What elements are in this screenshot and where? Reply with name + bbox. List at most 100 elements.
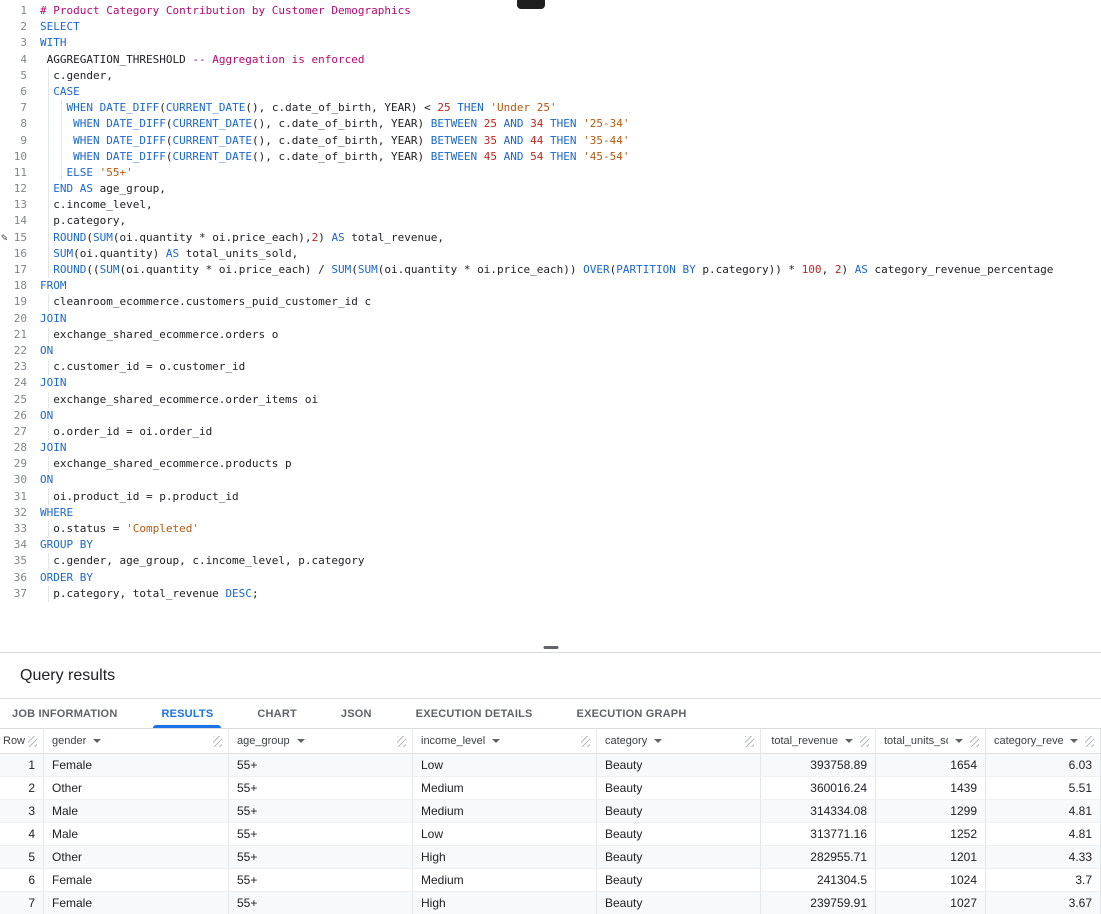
column-resize-handle[interactable] — [860, 735, 869, 747]
code-line[interactable]: 21 exchange_shared_ecommerce.orders o — [0, 326, 1101, 343]
code-line[interactable]: 1 # Product Category Contribution by Cust… — [0, 3, 1101, 19]
code-line[interactable]: 9 WHEN DATE_DIFF(CURRENT_DATE(), c.date_… — [0, 132, 1101, 149]
code-line[interactable]: 30 ON — [0, 472, 1101, 488]
cell-category_revenue_percentage: 5.51 — [986, 777, 1101, 800]
code-line[interactable]: 19 cleanroom_ecommerce.customers_puid_cu… — [0, 294, 1101, 311]
cell-income_level: Medium — [413, 869, 597, 892]
line-number: 27 — [13, 424, 27, 438]
code-line[interactable]: 15 ✎ ROUND(SUM(oi.quantity * oi.price_eac… — [0, 229, 1101, 246]
tab-job-information[interactable]: JOB INFORMATION — [0, 699, 139, 728]
column-resize-handle[interactable] — [28, 735, 37, 747]
column-resize-handle[interactable] — [1085, 735, 1094, 747]
code-line[interactable]: 12 END AS age_group, — [0, 181, 1101, 198]
cell-total_revenue: 241304.5 — [761, 869, 876, 892]
cell-gender: Male — [44, 800, 229, 823]
code-line[interactable]: 36 ORDER BY — [0, 570, 1101, 586]
code-line[interactable]: 31 oi.product_id = p.product_id — [0, 488, 1101, 505]
table-header-row: Row gender age_group income_level category to… — [0, 729, 1101, 754]
code-line[interactable]: 6 CASE — [0, 83, 1101, 101]
table-body: 1 Female 55+ Low Beauty 393758.89 1654 6.03 2 Oth… — [0, 754, 1101, 914]
column-resize-handle[interactable] — [581, 735, 590, 747]
column-menu-arrow-icon[interactable] — [845, 739, 853, 743]
cell-total_units_sold: 1201 — [876, 846, 986, 869]
table-row: 5 Other 55+ High Beauty 282955.71 1201 4.33 — [0, 846, 1101, 869]
code-line[interactable]: 27 o.order_id = oi.order_id — [0, 423, 1101, 441]
column-menu-arrow-icon[interactable] — [1070, 739, 1078, 743]
cell-category_revenue_percentage: 3.7 — [986, 869, 1101, 892]
code-line[interactable]: 35 c.gender, age_group, c.income_level, … — [0, 553, 1101, 570]
cell-row: 1 — [0, 754, 44, 777]
code-line[interactable]: 26 ON — [0, 408, 1101, 424]
indent-guide — [48, 100, 49, 117]
tab-execution-details[interactable]: EXECUTION DETAILS — [394, 699, 555, 728]
code-line[interactable]: 7 WHEN DATE_DIFF(CURRENT_DATE(), c.date_… — [0, 100, 1101, 117]
code-line[interactable]: 32 WHERE — [0, 505, 1101, 521]
code-line[interactable]: 14 p.category, — [0, 213, 1101, 230]
code-line[interactable]: 18 FROM — [0, 278, 1101, 294]
code-line[interactable]: 8 WHEN DATE_DIFF(CURRENT_DATE(), c.date_… — [0, 116, 1101, 133]
indent-guide — [48, 391, 49, 408]
indent-guide — [48, 213, 49, 230]
column-resize-handle[interactable] — [213, 735, 222, 747]
column-menu-arrow-icon[interactable] — [93, 739, 102, 743]
sql-editor[interactable]: 1 # Product Category Contribution by Cust… — [0, 0, 1101, 644]
code-line[interactable]: 29 exchange_shared_ecommerce.products p — [0, 456, 1101, 473]
code-line[interactable]: 3 WITH — [0, 35, 1101, 51]
cell-age_group: 55+ — [229, 754, 413, 777]
line-number: 3 — [20, 36, 27, 50]
column-menu-arrow-icon[interactable] — [296, 739, 305, 743]
tab-execution-graph[interactable]: EXECUTION GRAPH — [555, 699, 709, 728]
indent-guide — [48, 553, 49, 570]
code-line[interactable]: 28 JOIN — [0, 440, 1101, 456]
column-label: total_units_sold — [884, 735, 948, 747]
cell-income_level: Medium — [413, 800, 597, 823]
code-line[interactable]: 25 exchange_shared_ecommerce.order_items… — [0, 391, 1101, 408]
code-line[interactable]: 34 GROUP BY — [0, 537, 1101, 553]
code-line[interactable]: 37 p.category, total_revenue DESC; — [0, 585, 1101, 602]
code-line[interactable]: 4 AGGREGATION_THRESHOLD -- Aggregation i… — [0, 52, 1101, 68]
column-menu-arrow-icon[interactable] — [955, 739, 963, 743]
line-number: 7 — [20, 101, 27, 115]
line-number: 30 — [13, 473, 27, 487]
column-header-category_revenue_percentage: category_revenue_percentage — [986, 729, 1101, 753]
code-line[interactable]: 22 ON — [0, 343, 1101, 359]
column-menu-arrow-icon[interactable] — [492, 739, 501, 743]
code-line[interactable]: 23 c.customer_id = o.customer_id — [0, 359, 1101, 376]
indent-guide — [48, 132, 49, 149]
column-resize-handle[interactable] — [745, 735, 754, 747]
table-row: 6 Female 55+ Medium Beauty 241304.5 1024 3.7 — [0, 869, 1101, 892]
column-header-age_group: age_group — [229, 729, 413, 753]
code-line[interactable]: 16 SUM(oi.quantity) AS total_units_sold, — [0, 245, 1101, 262]
indent-guide — [61, 148, 63, 165]
line-number: 16 — [13, 246, 27, 260]
indent-guide — [48, 326, 49, 343]
column-resize-handle[interactable] — [397, 735, 406, 747]
code-line[interactable]: 24 JOIN — [0, 375, 1101, 391]
code-line[interactable]: 10 WHEN DATE_DIFF(CURRENT_DATE(), c.date… — [0, 148, 1101, 165]
column-header-category: category — [597, 729, 761, 753]
code-line[interactable]: 11 ELSE '55+' — [0, 164, 1101, 182]
cell-total_units_sold: 1027 — [876, 892, 986, 914]
column-header-gender: gender — [44, 729, 229, 753]
results-header: Query results — [0, 653, 1101, 699]
tab-json[interactable]: JSON — [319, 699, 394, 728]
column-header-row: Row — [0, 729, 44, 753]
code-line[interactable]: 20 JOIN — [0, 311, 1101, 327]
indent-guide — [61, 132, 63, 149]
results-table: Row gender age_group income_level category to… — [0, 729, 1101, 914]
panel-splitter[interactable] — [0, 644, 1101, 652]
code-line[interactable]: 33 o.status = 'Completed' — [0, 521, 1101, 538]
code-line[interactable]: 13 c.income_level, — [0, 197, 1101, 214]
tab-chart[interactable]: CHART — [235, 699, 319, 728]
column-resize-handle[interactable] — [970, 735, 979, 747]
indent-guide — [48, 116, 49, 133]
cell-row: 7 — [0, 892, 44, 914]
code-line[interactable]: 5 c.gender, — [0, 67, 1101, 84]
tab-results[interactable]: RESULTS — [139, 699, 235, 728]
code-line[interactable]: 17 ROUND((SUM(oi.quantity * oi.price_eac… — [0, 262, 1101, 279]
column-label: total_revenue — [771, 735, 838, 747]
cell-category_revenue_percentage: 3.67 — [986, 892, 1101, 914]
column-menu-arrow-icon[interactable] — [654, 739, 663, 743]
code-line[interactable]: 2 SELECT — [0, 19, 1101, 35]
indent-guide — [48, 83, 49, 101]
